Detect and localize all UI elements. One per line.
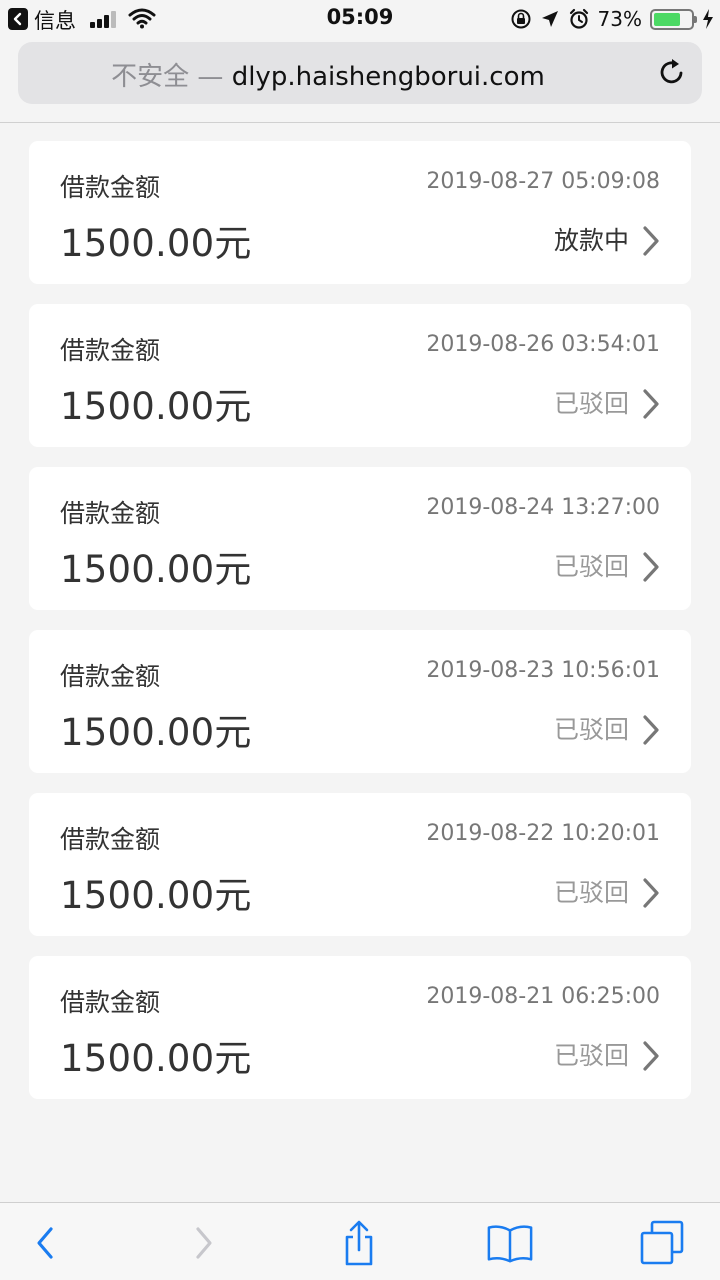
loan-datetime: 2019-08-22 10:20:01 [426,821,660,846]
back-icon [37,1227,53,1259]
chevron-right-icon [643,389,659,419]
alarm-icon [569,8,588,29]
back-to-app-icon[interactable] [8,8,28,30]
forward-icon [196,1227,212,1259]
loan-record-card[interactable]: 借款金额 1500.00元 2019-08-27 05:09:08 放款中 [29,141,691,284]
loan-amount: 1500.00元 [60,548,252,591]
loan-status: 已驳回 [553,1041,629,1070]
loan-record-card[interactable]: 借款金额 1500.00元 2019-08-22 10:20:01 已驳回 [29,793,691,936]
loan-status: 已驳回 [553,389,629,418]
tabs-icon [640,1220,684,1265]
url-domain: dlyp.haishengborui.com [231,62,545,92]
address-bar[interactable]: 不安全 — dlyp.haishengborui.com [18,42,702,104]
loan-amount-label: 借款金额 [60,173,161,202]
battery-level [654,12,681,26]
charging-icon [703,9,713,29]
orientation-lock-icon [511,9,531,29]
loan-record-card[interactable]: 借款金额 1500.00元 2019-08-23 10:56:01 已驳回 [29,630,691,773]
reload-icon[interactable] [656,56,688,88]
loan-amount-label: 借款金额 [60,662,161,691]
url-text[interactable]: 不安全 — dlyp.haishengborui.com [18,56,638,93]
loan-status: 已驳回 [553,715,629,744]
loan-amount: 1500.00元 [60,222,252,265]
loan-datetime: 2019-08-21 06:25:00 [426,984,660,1009]
loan-status: 放款中 [553,226,629,255]
loan-status: 已驳回 [553,552,629,581]
forward-button[interactable] [180,1219,228,1267]
loan-amount-label: 借款金额 [60,336,161,365]
loan-record-card[interactable]: 借款金额 1500.00元 2019-08-24 13:27:00 已驳回 [29,467,691,610]
share-icon [345,1220,373,1266]
loan-status: 已驳回 [553,878,629,907]
loan-record-list: 借款金额 1500.00元 2019-08-27 05:09:08 放款中 借款… [29,141,691,1119]
bookmarks-icon [487,1225,533,1263]
loan-amount-label: 借款金额 [60,825,161,854]
tabs-button[interactable] [638,1219,686,1267]
loan-datetime: 2019-08-23 10:56:01 [426,658,660,683]
back-button[interactable] [21,1219,69,1267]
chevron-right-icon [643,1041,659,1071]
chevron-right-icon [643,878,659,908]
loan-record-card[interactable]: 借款金额 1500.00元 2019-08-21 06:25:00 已驳回 [29,956,691,1099]
battery-icon [650,8,697,30]
chevron-right-icon [643,715,659,745]
loan-amount: 1500.00元 [60,385,252,428]
status-bar: 信息 05:09 73% [0,0,720,40]
loan-amount: 1500.00元 [60,1037,252,1080]
wifi-icon [128,8,156,29]
loan-record-card[interactable]: 借款金额 1500.00元 2019-08-26 03:54:01 已驳回 [29,304,691,447]
header-divider [0,122,720,123]
loan-amount: 1500.00元 [60,711,252,754]
battery-percentage: 73% [597,7,642,31]
loan-datetime: 2019-08-26 03:54:01 [426,332,660,357]
loan-amount-label: 借款金额 [60,499,161,528]
chevron-right-icon [643,552,659,582]
chevron-right-icon [643,226,659,256]
bookmarks-button[interactable] [486,1219,534,1267]
browser-toolbar [0,1202,720,1280]
loan-amount: 1500.00元 [60,874,252,917]
loan-datetime: 2019-08-27 05:09:08 [426,169,660,194]
back-app-name[interactable]: 信息 [34,5,76,35]
loan-datetime: 2019-08-24 13:27:00 [426,495,660,520]
location-icon [541,11,558,27]
loan-amount-label: 借款金额 [60,988,161,1017]
cellular-signal-icon [90,11,116,28]
not-secure-label: 不安全 — [111,62,224,92]
share-button[interactable] [335,1219,383,1267]
